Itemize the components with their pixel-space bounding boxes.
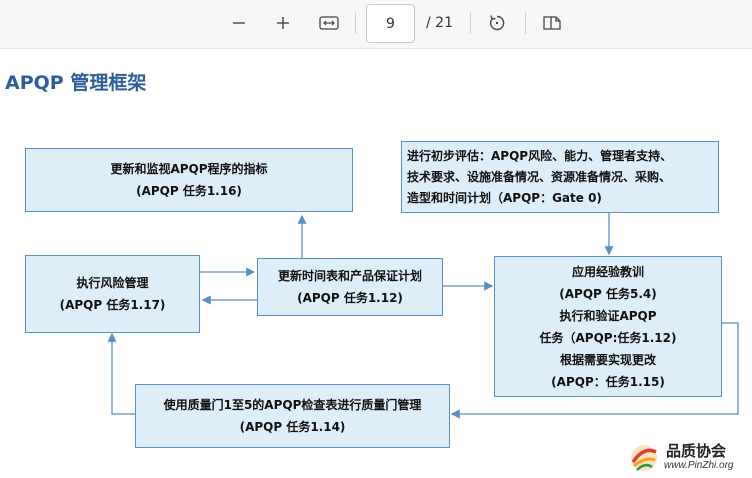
rotate-icon [489, 15, 505, 31]
box-monitor-line2: (APQP 任务1.16) [136, 184, 242, 198]
box-update-timeline: 更新时间表和产品保证计划 (APQP 任务1.12) [257, 258, 443, 316]
box-lessons-learned: 应用经验教训 (APQP 任务5.4) 执行和验证APQP 任务（APQP:任务… [494, 256, 722, 397]
rotate-button[interactable] [484, 9, 510, 37]
box-eval-line3: 造型和时间计划（APQP：Gate 0) [407, 190, 602, 205]
watermark-url: www.PinZhi.org [664, 460, 734, 471]
pinzhi-logo-icon [631, 445, 657, 471]
box-risk-management: 执行风险管理 (APQP 任务1.17) [25, 255, 200, 333]
zoom-out-button[interactable] [226, 9, 252, 37]
minus-icon [233, 22, 245, 24]
box-gates-line1: 使用质量门1至5的APQP检查表进行质量门管理 [163, 398, 422, 412]
box-lessons-line2: (APQP 任务5.4) [559, 286, 657, 301]
box-timeline-line2: (APQP 任务1.12) [297, 291, 403, 305]
page-number-input[interactable] [366, 4, 415, 43]
box-initial-evaluation: 进行初步评估：APQP风险、能力、管理者支持、 技术要求、设施准备情况、资源准备… [401, 141, 719, 213]
toolbar-divider [355, 12, 356, 34]
box-quality-gates: 使用质量门1至5的APQP检查表进行质量门管理 (APQP 任务1.14) [135, 384, 450, 448]
box-eval-line2: 技术要求、设施准备情况、资源准备情况、采购、 [407, 169, 672, 184]
box-timeline-line1: 更新时间表和产品保证计划 [277, 269, 422, 283]
fit-width-icon [319, 16, 339, 30]
box-risk-line1: 执行风险管理 [76, 276, 149, 290]
plus-icon [277, 17, 289, 29]
box-gates-line2: (APQP 任务1.14) [239, 420, 346, 434]
page-view-button[interactable] [539, 9, 565, 37]
page-total: / 21 [426, 15, 453, 31]
page-view-icon [543, 16, 561, 30]
box-monitor-line1: 更新和监视APQP程序的指标 [110, 162, 268, 176]
box-risk-line2: (APQP 任务1.17) [59, 298, 166, 312]
box-lessons-line3: 执行和验证APQP [559, 308, 657, 323]
box-monitor-metrics: 更新和监视APQP程序的指标 (APQP 任务1.16) [25, 148, 353, 212]
toolbar-divider [525, 12, 526, 34]
watermark: 品质协会 www.PinZhi.org [626, 440, 750, 476]
pdf-toolbar: / 21 [0, 0, 752, 49]
watermark-name: 品质协会 [666, 442, 727, 460]
box-eval-line1: 进行初步评估：APQP风险、能力、管理者支持、 [407, 148, 673, 163]
page-title: APQP 管理框架 [5, 72, 147, 94]
arrow-gates-to-risk [107, 332, 135, 415]
zoom-in-button[interactable] [270, 9, 296, 37]
toolbar-divider [470, 12, 471, 34]
box-lessons-line1: 应用经验教训 [571, 264, 644, 279]
box-lessons-line4: 任务（APQP:任务1.12) [539, 330, 677, 345]
box-lessons-line5: 根据需要实现更改 [559, 352, 656, 367]
box-lessons-line6: (APQP：任务1.15) [551, 374, 665, 389]
fit-width-button[interactable] [315, 9, 343, 37]
